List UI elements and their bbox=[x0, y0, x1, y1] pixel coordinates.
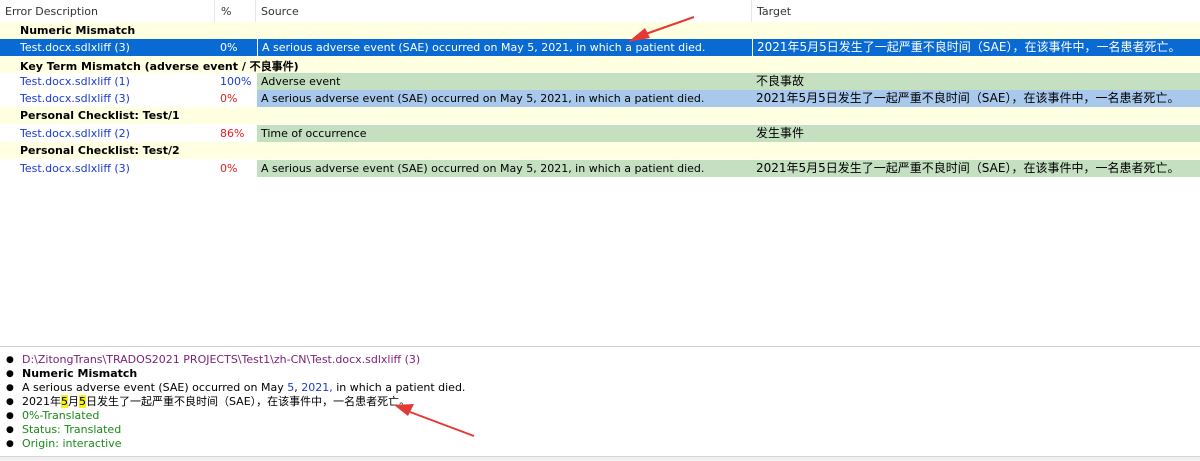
percent-cell: 0% bbox=[220, 41, 238, 54]
table-row[interactable]: Test.docx.sdlxliff (3) 0% A serious adve… bbox=[0, 90, 1200, 107]
target-number: 5 bbox=[61, 395, 68, 408]
source-number: 2021, bbox=[301, 381, 333, 394]
bullet-icon: ● bbox=[6, 439, 14, 449]
status-text: Status: Translated bbox=[22, 423, 122, 436]
source-cell: A serious adverse event (SAE) occurred o… bbox=[257, 160, 753, 177]
group-header[interactable]: Personal Checklist: Test/2 bbox=[0, 142, 1200, 159]
target-number: 5 bbox=[79, 395, 86, 408]
group-header[interactable]: Key Term Mismatch (adverse event / 不良事件) bbox=[0, 56, 1200, 73]
group-header[interactable]: Numeric Mismatch bbox=[0, 22, 1200, 39]
source-cell: A serious adverse event (SAE) occurred o… bbox=[257, 90, 753, 107]
source-cell: Time of occurrence bbox=[257, 125, 753, 142]
bullet-icon: ● bbox=[6, 397, 14, 407]
target-cell: 2021年5月5日发生了一起严重不良时间（SAE），在该事件中，一名患者死亡。 bbox=[752, 39, 1200, 56]
percent-cell: 0% bbox=[220, 162, 238, 175]
col-percent[interactable]: % bbox=[221, 5, 231, 18]
error-type: Numeric Mismatch bbox=[22, 367, 138, 380]
percent-cell: 0% bbox=[220, 92, 238, 105]
bullet-icon: ● bbox=[6, 411, 14, 421]
col-error-description[interactable]: Error Description bbox=[5, 5, 98, 18]
source-cell: Adverse event bbox=[257, 73, 753, 90]
source-cell: A serious adverse event (SAE) occurred o… bbox=[257, 39, 754, 56]
message-details-panel: ● D:\ZitongTrans\TRADOS2021 PROJECTS\Tes… bbox=[0, 346, 1200, 457]
file-cell: Test.docx.sdlxliff (3) bbox=[20, 92, 130, 105]
bullet-icon: ● bbox=[6, 369, 14, 379]
source-text: A serious adverse event (SAE) occurred o… bbox=[22, 381, 466, 394]
file-cell: Test.docx.sdlxliff (3) bbox=[20, 162, 130, 175]
file-cell: Test.docx.sdlxliff (3) bbox=[20, 41, 130, 54]
table-row[interactable]: Test.docx.sdlxliff (1) 100% Adverse even… bbox=[0, 73, 1200, 90]
col-target[interactable]: Target bbox=[757, 5, 791, 18]
table-row[interactable]: Test.docx.sdlxliff (3) 0% A serious adve… bbox=[0, 160, 1200, 177]
origin-text: Origin: interactive bbox=[22, 437, 122, 450]
group-title: Numeric Mismatch bbox=[20, 24, 136, 37]
target-cell: 2021年5月5日发生了一起严重不良时间（SAE），在该事件中，一名患者死亡。 bbox=[752, 90, 1200, 107]
panel-bottom-border bbox=[0, 456, 1200, 461]
verification-results-grid: Error Description % Source Target Numeri… bbox=[0, 0, 1200, 345]
target-cell: 发生事件 bbox=[752, 125, 1200, 142]
target-cell: 2021年5月5日发生了一起严重不良时间（SAE），在该事件中，一名患者死亡。 bbox=[752, 160, 1200, 177]
file-cell: Test.docx.sdlxliff (2) bbox=[20, 127, 130, 140]
group-title: Key Term Mismatch (adverse event / 不良事件) bbox=[20, 60, 299, 73]
file-path-link[interactable]: D:\ZitongTrans\TRADOS2021 PROJECTS\Test1… bbox=[22, 353, 420, 367]
percent-cell: 86% bbox=[220, 127, 245, 140]
file-cell: Test.docx.sdlxliff (1) bbox=[20, 75, 130, 88]
group-header[interactable]: Personal Checklist: Test/1 bbox=[0, 107, 1200, 124]
bullet-icon: ● bbox=[6, 383, 14, 393]
col-source[interactable]: Source bbox=[261, 5, 299, 18]
target-cell: 不良事故 bbox=[752, 73, 1200, 90]
percent-cell: 100% bbox=[220, 75, 252, 88]
group-title: Personal Checklist: Test/2 bbox=[20, 144, 180, 157]
table-row[interactable]: Test.docx.sdlxliff (2) 86% Time of occur… bbox=[0, 125, 1200, 142]
bullet-icon: ● bbox=[6, 425, 14, 435]
target-text: 2021年5月5日发生了一起严重不良时间（SAE），在该事件中，一名患者死亡。 bbox=[22, 395, 411, 408]
group-title: Personal Checklist: Test/1 bbox=[20, 109, 180, 122]
grid-header: Error Description % Source Target bbox=[0, 0, 1200, 23]
translated-percent: 0%-Translated bbox=[22, 409, 100, 422]
bullet-icon: ● bbox=[6, 355, 14, 365]
table-row[interactable]: Test.docx.sdlxliff (3) 0% A serious adve… bbox=[0, 39, 1200, 56]
